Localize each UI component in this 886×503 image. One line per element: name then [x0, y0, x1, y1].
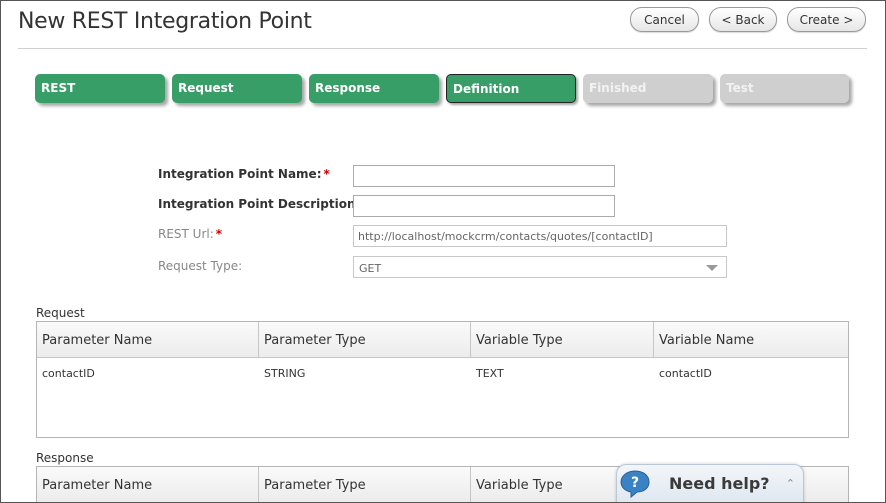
- step-test: Test: [720, 74, 849, 103]
- column-header[interactable]: Parameter Name: [37, 322, 259, 357]
- request-grid-header: Parameter Name Parameter Type Variable T…: [37, 322, 848, 358]
- page-title: New REST Integration Point: [18, 9, 312, 34]
- request-type-label: Request Type:: [158, 259, 243, 273]
- name-label-text: Integration Point Name:: [158, 167, 322, 181]
- column-header[interactable]: Parameter Type: [259, 322, 471, 357]
- step-definition[interactable]: Definition: [446, 74, 576, 103]
- integration-point-description-input[interactable]: [353, 195, 615, 217]
- required-marker: *: [215, 227, 223, 241]
- request-section-label: Request: [36, 306, 85, 320]
- rest-url-label-text: REST Url:: [158, 227, 214, 241]
- help-icon: ?: [620, 470, 650, 499]
- chevron-up-icon: ⌃: [785, 477, 795, 490]
- table-cell: contactID: [42, 367, 95, 380]
- request-type-value: GET: [359, 262, 382, 275]
- cancel-button[interactable]: Cancel: [630, 7, 699, 32]
- table-cell: TEXT: [476, 367, 504, 380]
- window-frame: New REST Integration Point Cancel < Back…: [0, 0, 886, 503]
- integration-point-name-label: Integration Point Name: *: [158, 167, 330, 181]
- request-grid: Parameter Name Parameter Type Variable T…: [36, 321, 849, 438]
- request-type-select: GET: [353, 256, 727, 278]
- back-button[interactable]: < Back: [709, 7, 777, 32]
- need-help-widget[interactable]: ? Need help? ⌃: [616, 464, 804, 502]
- need-help-label: Need help?: [669, 474, 770, 493]
- create-button[interactable]: Create >: [787, 7, 866, 32]
- svg-text:?: ?: [631, 475, 639, 491]
- table-cell: contactID: [659, 367, 712, 380]
- rest-url-label: REST Url: *: [158, 227, 222, 241]
- title-divider: [18, 48, 867, 49]
- rest-url-field: http://localhost/mockcrm/contacts/quotes…: [353, 225, 727, 247]
- step-response[interactable]: Response: [309, 74, 439, 103]
- integration-point-name-input[interactable]: [353, 165, 615, 187]
- table-row[interactable]: contactID STRING TEXT contactID: [37, 358, 848, 388]
- integration-point-description-label: Integration Point Description:: [158, 197, 361, 211]
- column-header[interactable]: Variable Name: [654, 322, 848, 357]
- step-finished: Finished: [583, 74, 713, 103]
- column-header[interactable]: Parameter Name: [37, 467, 259, 502]
- step-request[interactable]: Request: [172, 74, 302, 103]
- table-cell: STRING: [264, 367, 306, 380]
- column-header[interactable]: Parameter Type: [259, 467, 471, 502]
- response-section-label: Response: [36, 451, 94, 465]
- required-marker: *: [323, 167, 330, 181]
- column-header[interactable]: Variable Type: [471, 322, 654, 357]
- chevron-down-icon: [706, 265, 718, 271]
- step-rest[interactable]: REST: [35, 74, 165, 103]
